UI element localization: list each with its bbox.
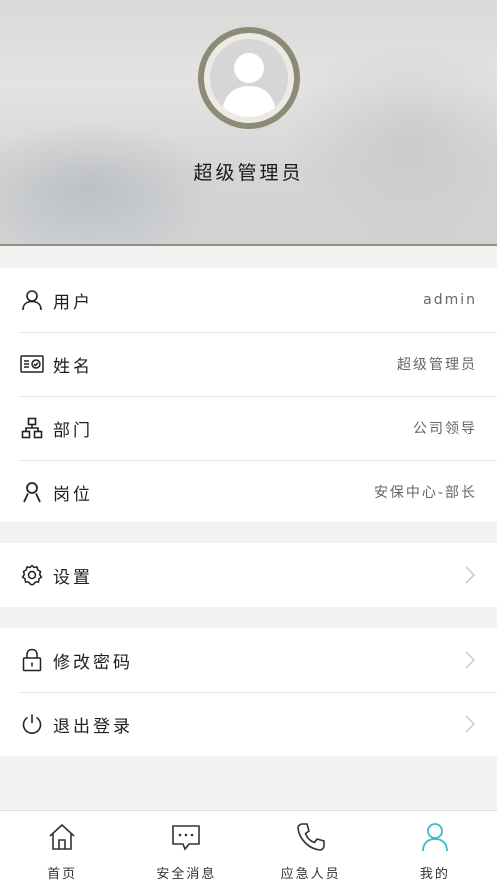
chevron-right-icon <box>465 566 476 584</box>
id-card-icon <box>20 352 44 376</box>
chevron-right-icon <box>465 715 476 733</box>
tab-label: 我的 <box>419 867 450 882</box>
tab-label: 应急人员 <box>280 867 341 882</box>
message-icon <box>172 825 201 851</box>
tab-home[interactable]: 首页 <box>0 811 124 883</box>
logout-label: 退出登录 <box>53 716 133 737</box>
settings-label: 设置 <box>53 567 93 588</box>
info-row-label: 部门 <box>53 420 93 441</box>
user-icon <box>20 288 44 312</box>
tab-mine[interactable]: 我的 <box>373 811 497 883</box>
power-icon <box>20 712 44 736</box>
change-password-row[interactable]: 修改密码 <box>0 628 497 692</box>
info-row-name: 姓名 超级管理员 <box>0 332 497 396</box>
phone-icon <box>296 823 325 851</box>
gear-icon <box>20 563 44 587</box>
info-row-department: 部门 公司领导 <box>0 396 497 460</box>
info-row-value: 安保中心-部长 <box>373 485 477 501</box>
info-row-label: 岗位 <box>53 484 93 505</box>
person-icon <box>20 480 44 504</box>
chevron-right-icon <box>465 651 476 669</box>
profile-header: 超级管理员 <box>0 0 497 246</box>
avatar[interactable] <box>198 27 300 129</box>
info-row-value: 公司领导 <box>413 421 477 437</box>
lock-icon <box>20 648 44 672</box>
change-password-label: 修改密码 <box>53 652 133 673</box>
home-icon <box>49 823 75 850</box>
profile-icon <box>421 823 448 852</box>
info-row-value: admin <box>423 292 477 308</box>
info-section: 用户 admin 姓名 超级管理员 部门 公司领导 岗位 安保中心-部长 <box>0 268 497 522</box>
header-background-blur <box>280 40 497 240</box>
display-name: 超级管理员 <box>193 162 304 184</box>
avatar-placeholder-icon <box>210 39 288 117</box>
settings-section: 设置 <box>0 543 497 607</box>
info-row-user: 用户 admin <box>0 268 497 332</box>
org-chart-icon <box>20 416 44 440</box>
tab-emergency-personnel[interactable]: 应急人员 <box>249 811 373 883</box>
account-section: 修改密码 退出登录 <box>0 628 497 756</box>
tab-label: 首页 <box>47 867 78 882</box>
info-row-label: 姓名 <box>53 356 93 377</box>
settings-row[interactable]: 设置 <box>0 543 497 607</box>
tab-label: 安全消息 <box>156 867 217 882</box>
info-row-label: 用户 <box>53 292 93 313</box>
bottom-tab-bar: 首页 安全消息 应急人员 我的 <box>0 810 497 883</box>
tab-security-messages[interactable]: 安全消息 <box>124 811 248 883</box>
logout-row[interactable]: 退出登录 <box>0 692 497 756</box>
info-row-value: 超级管理员 <box>397 357 477 373</box>
info-row-position: 岗位 安保中心-部长 <box>0 460 497 524</box>
